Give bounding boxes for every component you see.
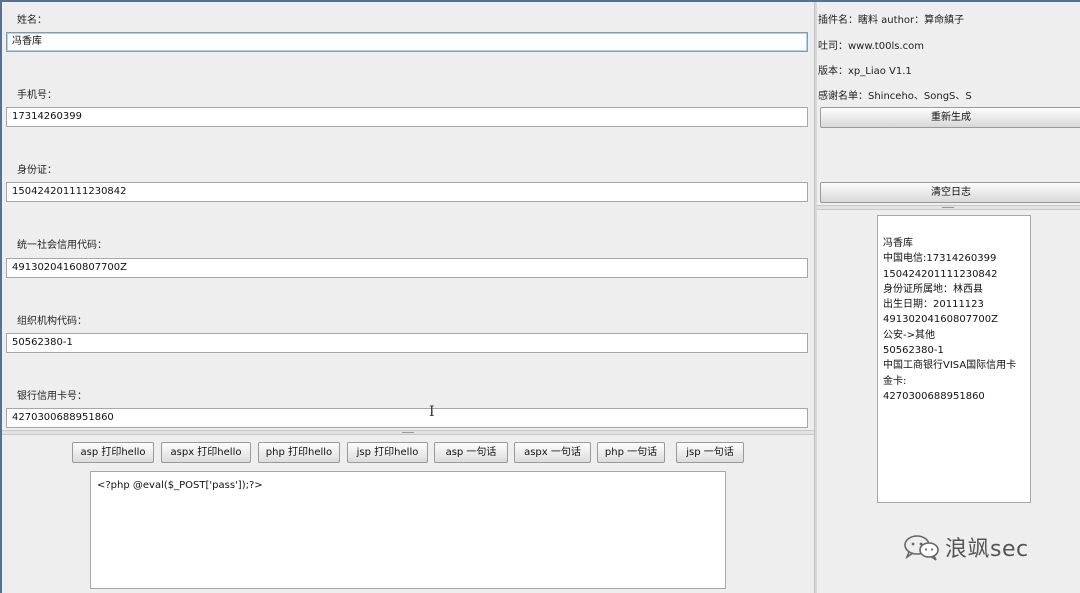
- log-line: 49130204160807700Z: [883, 314, 999, 326]
- aspx-hello-button[interactable]: aspx 打印hello: [161, 442, 251, 463]
- log-line: 出生日期：20111123: [883, 299, 984, 311]
- thanks-info: 感谢名单：Shinceho、SongS、S: [818, 91, 972, 102]
- asp-oneliner-button[interactable]: asp 一句话: [434, 442, 508, 463]
- form-panel: 姓名： 冯香库 手机号： 17314260399 身份证： 1504242011…: [2, 2, 814, 430]
- log-line: 金卡:: [883, 375, 907, 387]
- bank-card-label: 银行信用卡号：: [17, 391, 87, 402]
- log-line: 50562380-1: [883, 345, 944, 357]
- phone-field[interactable]: 17314260399: [6, 107, 808, 127]
- watermark: 浪飒sec: [903, 531, 1029, 563]
- bank-card-field[interactable]: 4270300688951860: [6, 408, 808, 428]
- site-info: 吐司：www.t00ls.com: [818, 41, 924, 52]
- info-panel: 插件名：瞎料 author：算命縝子 吐司：www.t00ls.com 版本：x…: [817, 2, 1080, 205]
- text-cursor-icon: I: [429, 404, 435, 420]
- asp-hello-button[interactable]: asp 打印hello: [72, 442, 154, 463]
- credit-code-field[interactable]: 49130204160807700Z: [6, 258, 808, 278]
- name-field[interactable]: 冯香库: [6, 32, 808, 52]
- action-panel: asp 打印hello aspx 打印hello php 打印hello jsp…: [2, 435, 814, 593]
- log-line: 公安->其他: [883, 329, 935, 341]
- log-line: 中国工商银行VISA国际信用卡: [883, 360, 1017, 372]
- plugin-info: 插件名：瞎料 author：算命縝子: [818, 15, 965, 26]
- jsp-oneliner-button[interactable]: jsp 一句话: [676, 442, 744, 463]
- log-line: 身份证所属地：林西县: [883, 283, 983, 295]
- code-output[interactable]: <?php @eval($_POST['pass']);?>: [90, 471, 726, 589]
- regenerate-button[interactable]: 重新生成: [820, 107, 1080, 128]
- log-line: 4270300688951860: [883, 390, 985, 402]
- version-info: 版本：xp_Liao V1.1: [818, 66, 912, 77]
- name-label: 姓名：: [17, 15, 47, 26]
- log-line: 中国电信:17314260399: [883, 253, 997, 265]
- log-line: 150424201111230842: [883, 268, 998, 280]
- php-oneliner-button[interactable]: php 一句话: [597, 442, 665, 463]
- phone-label: 手机号：: [17, 90, 57, 101]
- wechat-icon: [904, 535, 939, 561]
- credit-code-label: 统一社会信用代码：: [17, 240, 107, 251]
- log-line: 冯香库: [883, 238, 913, 249]
- org-code-field[interactable]: 50562380-1: [6, 333, 808, 353]
- php-hello-button[interactable]: php 打印hello: [258, 442, 340, 463]
- org-code-label: 组织机构代码：: [17, 316, 87, 327]
- id-card-field[interactable]: 150424201111230842: [6, 182, 808, 202]
- watermark-text: 浪飒sec: [945, 537, 1029, 562]
- log-output[interactable]: 冯香库 中国电信:17314260399 150424201111230842 …: [877, 215, 1031, 503]
- jsp-hello-button[interactable]: jsp 打印hello: [347, 442, 428, 463]
- id-card-label: 身份证：: [17, 165, 57, 176]
- aspx-oneliner-button[interactable]: aspx 一句话: [514, 442, 591, 463]
- clear-log-button[interactable]: 清空日志: [820, 182, 1080, 203]
